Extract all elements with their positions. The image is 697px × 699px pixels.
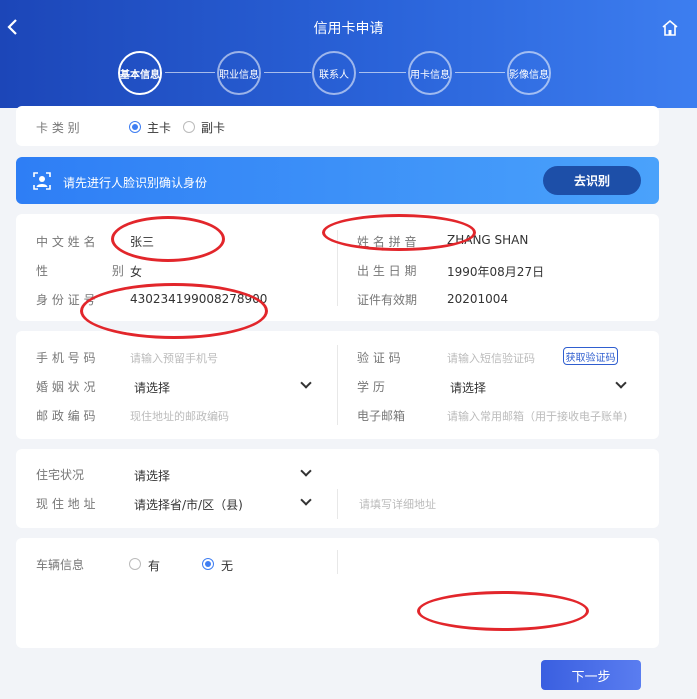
zip-label: 邮 政 编 码: [36, 409, 96, 423]
face-recognition-banner: 请先进行人脸识别确认身份 去识别: [16, 157, 659, 204]
vehicle-yes-label: 有: [148, 559, 161, 573]
app-header: 信用卡申请 基本信息 职业信息 联系人 用卡信息 影像信息: [0, 0, 697, 108]
annotation-ellipse: [322, 214, 476, 251]
name-label: 中 文 姓 名: [36, 235, 96, 249]
annotation-ellipse: [417, 591, 589, 631]
page-title: 信用卡申请: [313, 21, 384, 37]
primary-card-label: 主卡: [147, 121, 172, 135]
zip-input[interactable]: 现住地址的邮政编码: [130, 408, 229, 424]
step-contacts[interactable]: 联系人: [312, 51, 356, 95]
get-code-button[interactable]: 获取验证码: [563, 347, 618, 365]
home-icon[interactable]: [661, 19, 679, 37]
expiry-label: 证件有效期: [357, 293, 418, 307]
residence-select[interactable]: 请选择: [134, 467, 170, 484]
step-connector: [455, 72, 505, 73]
expiry-value: 20201004: [447, 292, 509, 306]
chevron-down-icon[interactable]: [300, 465, 312, 477]
secondary-card-label: 副卡: [201, 121, 226, 135]
step-connector: [264, 72, 311, 73]
step-job-info[interactable]: 职业信息: [217, 51, 261, 95]
current-address-label: 现 住 地 址: [36, 497, 96, 511]
email-label: 电子邮箱: [357, 409, 406, 423]
column-divider: [337, 489, 338, 519]
face-recognize-button[interactable]: 去识别: [543, 166, 641, 195]
phone-input[interactable]: 请输入预留手机号: [130, 350, 218, 366]
marital-label: 婚 姻 状 况: [36, 380, 96, 394]
gender-value: 女: [130, 265, 143, 279]
card-type-section: 卡 类 别 主卡 副卡: [16, 106, 659, 146]
chevron-down-icon[interactable]: [300, 377, 312, 389]
phone-label: 手 机 号 码: [36, 351, 96, 365]
chevron-down-icon[interactable]: [300, 494, 312, 506]
step-basic-info[interactable]: 基本信息: [118, 51, 162, 95]
vehicle-label: 车辆信息: [36, 558, 85, 572]
residence-label: 住宅状况: [36, 468, 85, 482]
progress-steps: 基本信息 职业信息 联系人 用卡信息 影像信息: [0, 51, 697, 95]
column-divider: [337, 345, 338, 425]
sms-code-label: 验 证 码: [357, 351, 401, 365]
column-divider: [337, 550, 338, 574]
step-connector: [165, 72, 215, 73]
marital-select[interactable]: 请选择: [134, 379, 170, 396]
birth-label: 出 生 日 期: [357, 264, 417, 278]
vehicle-no-label: 无: [221, 559, 234, 573]
radio-primary-card[interactable]: [129, 121, 141, 133]
radio-vehicle-no[interactable]: [202, 558, 214, 570]
step-card-info[interactable]: 用卡信息: [408, 51, 452, 95]
vehicle-section: 车辆信息 有 无: [16, 538, 659, 648]
annotation-ellipse: [111, 216, 225, 262]
education-select[interactable]: 请选择: [450, 379, 486, 396]
step-connector: [359, 72, 406, 73]
annotation-ellipse: [80, 283, 268, 339]
contact-section: 手 机 号 码 请输入预留手机号 婚 姻 状 况 请选择 邮 政 编 码 现住地…: [16, 331, 659, 439]
birth-value: 1990年08月27日: [447, 265, 545, 279]
email-input[interactable]: 请输入常用邮箱（用于接收电子账单): [447, 408, 627, 424]
radio-vehicle-yes[interactable]: [129, 558, 141, 570]
region-select[interactable]: 请选择省/市/区（县): [134, 496, 243, 513]
detail-address-input[interactable]: 请填写详细地址: [359, 496, 436, 512]
face-scan-icon: [33, 172, 51, 190]
chevron-down-icon[interactable]: [615, 377, 627, 389]
face-banner-text: 请先进行人脸识别确认身份: [63, 176, 208, 190]
next-step-button[interactable]: 下一步: [541, 660, 641, 690]
address-section: 住宅状况 请选择 现 住 地 址 请选择省/市/区（县) 请填写详细地址: [16, 449, 659, 528]
education-label: 学 历: [357, 380, 385, 394]
step-image-info[interactable]: 影像信息: [507, 51, 551, 95]
sms-code-input[interactable]: 请输入短信验证码: [447, 350, 535, 366]
radio-secondary-card[interactable]: [183, 121, 195, 133]
card-type-label: 卡 类 别: [36, 121, 80, 135]
